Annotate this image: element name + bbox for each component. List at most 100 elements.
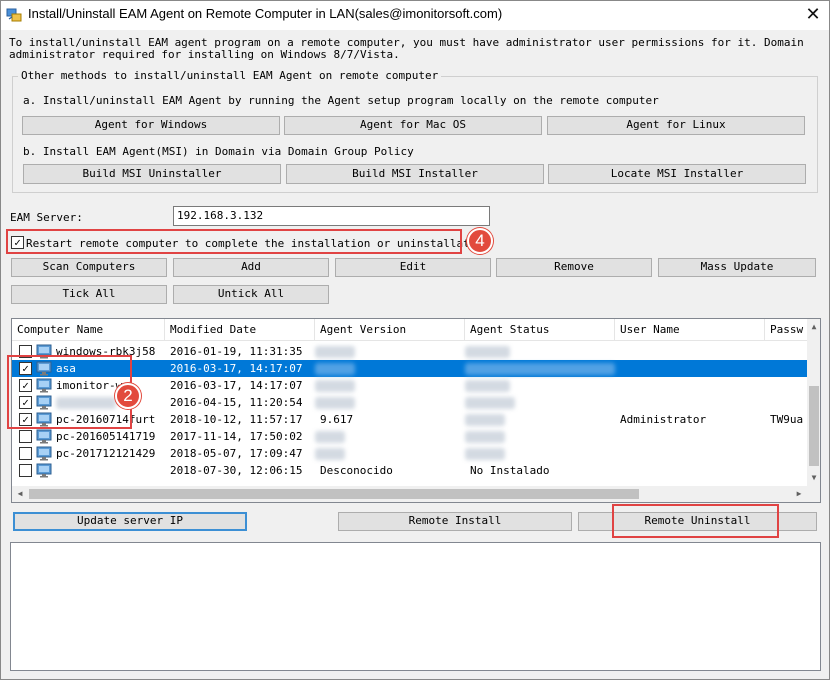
- tick-all-button[interactable]: Tick All: [11, 285, 167, 304]
- agent-for-mac-button[interactable]: Agent for Mac OS: [284, 116, 542, 135]
- cell-modified-date: 2016-03-17, 14:17:07: [170, 362, 303, 375]
- redacted-cell: [315, 380, 355, 392]
- row-checkbox[interactable]: ✓: [19, 396, 32, 409]
- cell-modified-date: 2018-10-12, 11:57:17: [170, 413, 303, 426]
- cell-password: TW9ua: [770, 413, 804, 426]
- computer-icon: [36, 446, 52, 461]
- other-methods-legend: Other methods to install/uninstall EAM A…: [18, 69, 442, 82]
- build-msi-installer-button[interactable]: Build MSI Installer: [286, 164, 544, 184]
- computer-icon: [36, 412, 52, 427]
- redacted-cell: [315, 431, 345, 443]
- redacted-cell: [315, 448, 345, 460]
- edit-button[interactable]: Edit: [335, 258, 491, 277]
- column-agent-version[interactable]: Agent Version: [315, 319, 465, 341]
- cell-modified-date: 2018-07-30, 12:06:15: [170, 464, 303, 477]
- callout-badge-4: 4: [467, 228, 493, 254]
- cell-computer-name: windows-rbk3j58: [56, 345, 156, 358]
- update-server-ip-button[interactable]: Update server IP: [13, 512, 247, 531]
- table-row[interactable]: windows-rbk3j58 2016-01-19, 11:31:35: [12, 343, 807, 360]
- restart-checkbox[interactable]: ✓: [11, 236, 24, 249]
- table-row[interactable]: pc-201605141719 2017-11-14, 17:50:02: [12, 428, 807, 445]
- column-computer-name[interactable]: Computer Name: [12, 319, 165, 341]
- redacted-cell: [465, 380, 510, 392]
- redacted-cell: [465, 363, 615, 375]
- remote-network-icon: [6, 8, 22, 22]
- vertical-scrollbar[interactable]: ▲ ▼: [807, 319, 820, 486]
- redacted-cell: [465, 448, 505, 460]
- table-row[interactable]: 2018-07-30, 12:06:15 Desconocido No Instal…: [12, 462, 807, 479]
- horizontal-scrollbar[interactable]: ◀ ▶: [12, 486, 807, 502]
- table-row[interactable]: pc-201712121429 2018-05-07, 17:09:47: [12, 445, 807, 462]
- redacted-cell: [315, 397, 355, 409]
- eam-server-label: EAM Server:: [10, 211, 83, 224]
- callout-badge-2: 2: [115, 383, 141, 409]
- cell-agent-version: Desconocido: [320, 464, 393, 477]
- scroll-right-icon[interactable]: ▶: [791, 486, 807, 502]
- vertical-scroll-thumb[interactable]: [809, 386, 819, 466]
- cell-computer-name: asa: [56, 362, 76, 375]
- scroll-down-icon[interactable]: ▼: [807, 470, 820, 486]
- computer-icon: [36, 429, 52, 444]
- row-checkbox[interactable]: [19, 464, 32, 477]
- table-row[interactable]: ✓ pc-20160714furt 2018-10-12, 11:57:17 9.61…: [12, 411, 807, 428]
- scroll-left-icon[interactable]: ◀: [12, 486, 28, 502]
- redacted-cell: [315, 363, 355, 375]
- close-icon[interactable]: ✕: [796, 0, 830, 30]
- redacted-cell: [315, 346, 355, 358]
- list-header: Computer Name Modified Date Agent Versio…: [12, 319, 807, 341]
- cell-modified-date: 2017-11-14, 17:50:02: [170, 430, 303, 443]
- intro-text: To install/uninstall EAM agent program o…: [9, 36, 811, 61]
- agent-for-windows-button[interactable]: Agent for Windows: [22, 116, 280, 135]
- row-checkbox[interactable]: [19, 345, 32, 358]
- row-checkbox[interactable]: ✓: [19, 362, 32, 375]
- table-row[interactable]: ✓ asa 2016-03-17, 14:17:07: [12, 360, 807, 377]
- column-agent-status[interactable]: Agent Status: [465, 319, 615, 341]
- horizontal-scroll-thumb[interactable]: [29, 489, 639, 499]
- locate-msi-installer-button[interactable]: Locate MSI Installer: [548, 164, 806, 184]
- cell-user-name: Administrator: [620, 413, 707, 426]
- computer-icon: [36, 361, 52, 376]
- redacted-cell: [465, 346, 510, 358]
- scrollbar-corner: [807, 486, 820, 502]
- restart-label: Restart remote computer to complete the …: [26, 237, 490, 250]
- window-title: Install/Uninstall EAM Agent on Remote Co…: [28, 6, 503, 21]
- redacted-cell: [465, 431, 505, 443]
- remote-uninstall-button[interactable]: Remote Uninstall: [578, 512, 817, 531]
- scroll-up-icon[interactable]: ▲: [807, 319, 820, 335]
- computer-list[interactable]: Computer Name Modified Date Agent Versio…: [11, 318, 821, 503]
- cell-modified-date: 2016-01-19, 11:31:35: [170, 345, 303, 358]
- log-output-box[interactable]: [10, 542, 821, 671]
- build-msi-uninstaller-button[interactable]: Build MSI Uninstaller: [23, 164, 281, 184]
- title-bar: Install/Uninstall EAM Agent on Remote Co…: [0, 0, 830, 30]
- method-a-text: a. Install/uninstall EAM Agent by runnin…: [23, 94, 659, 107]
- untick-all-button[interactable]: Untick All: [173, 285, 329, 304]
- redacted-cell: [465, 414, 505, 426]
- computer-icon: [36, 378, 52, 393]
- column-user-name[interactable]: User Name: [615, 319, 765, 341]
- cell-modified-date: 2018-05-07, 17:09:47: [170, 447, 303, 460]
- column-modified-date[interactable]: Modified Date: [165, 319, 315, 341]
- cell-computer-name: pc-201712121429: [56, 447, 156, 460]
- row-checkbox[interactable]: [19, 430, 32, 443]
- computer-icon: [36, 395, 52, 410]
- agent-for-linux-button[interactable]: Agent for Linux: [547, 116, 805, 135]
- method-b-text: b. Install EAM Agent(MSI) in Domain via …: [23, 145, 414, 158]
- remove-button[interactable]: Remove: [496, 258, 652, 277]
- row-checkbox[interactable]: ✓: [19, 379, 32, 392]
- row-checkbox[interactable]: ✓: [19, 413, 32, 426]
- cell-agent-version: 9.617: [320, 413, 354, 426]
- cell-agent-status: No Instalado: [470, 464, 550, 477]
- remote-install-button[interactable]: Remote Install: [338, 512, 572, 531]
- mass-update-button[interactable]: Mass Update: [658, 258, 816, 277]
- cell-computer-name: pc-20160714furt: [56, 413, 156, 426]
- cell-modified-date: 2016-03-17, 14:17:07: [170, 379, 303, 392]
- scan-computers-button[interactable]: Scan Computers: [11, 258, 167, 277]
- eam-server-input[interactable]: 192.168.3.132: [173, 206, 490, 226]
- cell-computer-name: pc-201605141719: [56, 430, 156, 443]
- computer-icon: [36, 344, 52, 359]
- computer-icon: [36, 463, 52, 478]
- add-button[interactable]: Add: [173, 258, 329, 277]
- row-checkbox[interactable]: [19, 447, 32, 460]
- redacted-cell: [465, 397, 515, 409]
- cell-modified-date: 2016-04-15, 11:20:54: [170, 396, 303, 409]
